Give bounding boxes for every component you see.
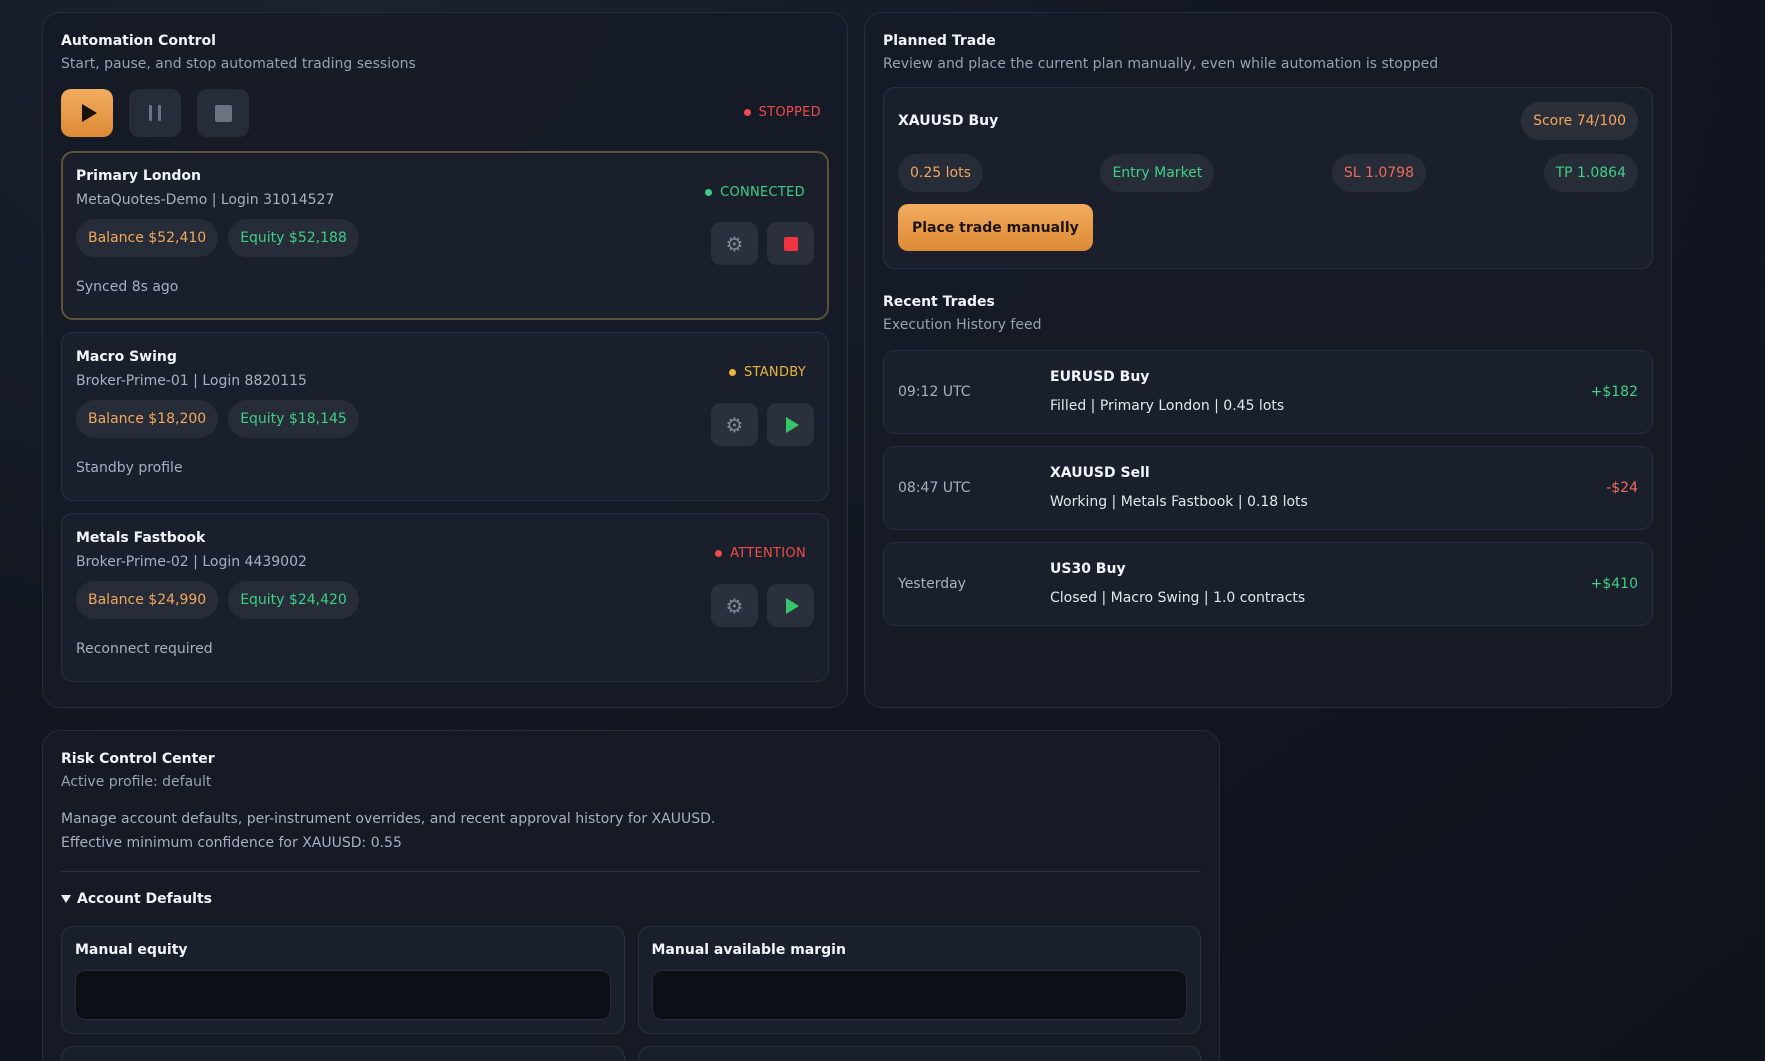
account-stop-button[interactable] xyxy=(767,222,814,265)
account-name: Macro Swing xyxy=(76,349,177,365)
gear-icon: ⚙ xyxy=(725,412,744,437)
account-card-metals-fastbook[interactable]: Metals Fastbook Broker-Prime-02 | Login … xyxy=(61,513,829,682)
account-name: Primary London xyxy=(76,168,202,184)
account-status: ATTENTION xyxy=(715,546,806,561)
next-field-card xyxy=(61,1046,625,1061)
trade-name: EURUSD Buy xyxy=(1050,369,1150,385)
status-text: ATTENTION xyxy=(730,546,806,561)
trade-time: Yesterday xyxy=(898,576,966,592)
trade-name: XAUUSD Sell xyxy=(1050,465,1150,481)
trade-time: 09:12 UTC xyxy=(898,384,971,400)
trade-detail: Working | Metals Fastbook | 0.18 lots xyxy=(1050,494,1308,510)
min-confidence-line: Effective minimum confidence for XAUUSD:… xyxy=(61,835,402,851)
status-text: STOPPED xyxy=(758,105,821,120)
equity-badge: Equity $52,188 xyxy=(228,219,359,257)
account-settings-button[interactable]: ⚙ xyxy=(711,403,758,446)
take-profit-badge: TP 1.0864 xyxy=(1543,154,1638,192)
caret-down-icon xyxy=(61,895,71,903)
plan-instrument: XAUUSD Buy xyxy=(898,113,999,129)
stop-button[interactable] xyxy=(197,89,249,137)
account-broker: Broker-Prime-01 | Login 8820115 xyxy=(76,373,307,389)
trade-pnl: -$24 xyxy=(1606,480,1638,496)
gear-icon: ⚙ xyxy=(725,231,744,256)
account-defaults-toggle[interactable]: Account Defaults xyxy=(61,891,1201,907)
status-dot xyxy=(728,369,736,376)
manual-equity-input[interactable] xyxy=(75,970,611,1020)
account-status: STANDBY xyxy=(728,365,806,380)
trade-detail: Closed | Macro Swing | 1.0 contracts xyxy=(1050,590,1306,606)
account-status: CONNECTED xyxy=(705,185,805,200)
field-label: Manual equity xyxy=(75,942,188,958)
account-name: Metals Fastbook xyxy=(76,530,206,546)
account-note: Reconnect required xyxy=(76,641,213,657)
lots-badge: 0.25 lots xyxy=(898,154,983,192)
trade-detail: Filled | Primary London | 0.45 lots xyxy=(1050,398,1285,414)
planned-trade-panel: Planned Trade Review and place the curre… xyxy=(864,12,1672,708)
entry-badge: Entry Market xyxy=(1100,154,1215,192)
risk-control-panel: Risk Control Center Active profile: defa… xyxy=(42,730,1220,1061)
account-start-button[interactable] xyxy=(767,584,814,627)
next-field-card xyxy=(637,1046,1201,1061)
place-trade-button[interactable]: Place trade manually xyxy=(898,204,1093,251)
equity-badge: Equity $18,145 xyxy=(228,400,359,438)
divider xyxy=(61,871,1201,872)
status-dot xyxy=(743,109,751,116)
automation-control-panel: Automation Control Start, pause, and sto… xyxy=(42,12,848,708)
score-badge: Score 74/100 xyxy=(1521,102,1638,140)
account-card-macro-swing[interactable]: Macro Swing Broker-Prime-01 | Login 8820… xyxy=(61,332,829,501)
plan-card: XAUUSD Buy Score 74/100 0.25 lots Entry … xyxy=(883,87,1653,269)
automation-status: STOPPED xyxy=(743,105,821,120)
pause-button[interactable] xyxy=(129,89,181,137)
risk-description: Manage account defaults, per-instrument … xyxy=(61,807,1201,855)
balance-badge: Balance $24,990 xyxy=(76,581,219,619)
section-label: Account Defaults xyxy=(77,891,212,907)
panel-subtitle: Active profile: default xyxy=(61,774,212,790)
trade-name: US30 Buy xyxy=(1050,561,1126,577)
account-broker: Broker-Prime-02 | Login 4439002 xyxy=(76,554,307,570)
panel-title: Risk Control Center xyxy=(61,751,215,767)
account-note: Synced 8s ago xyxy=(76,279,179,295)
account-settings-button[interactable]: ⚙ xyxy=(711,584,758,627)
trade-row[interactable]: Yesterday US30 Buy Closed | Macro Swing … xyxy=(883,542,1653,626)
risk-description-line: Manage account defaults, per-instrument … xyxy=(61,811,716,827)
balance-badge: Balance $18,200 xyxy=(76,400,219,438)
status-text: CONNECTED xyxy=(720,185,805,200)
panel-title: Planned Trade xyxy=(883,33,996,49)
play-icon xyxy=(81,104,97,122)
stop-icon xyxy=(783,236,798,251)
account-note: Standby profile xyxy=(76,460,183,476)
recent-trades-title: Recent Trades xyxy=(883,294,995,310)
account-broker: MetaQuotes-Demo | Login 31014527 xyxy=(76,192,335,208)
recent-trades-subtitle: Execution History feed xyxy=(883,317,1042,333)
stop-loss-badge: SL 1.0798 xyxy=(1331,154,1426,192)
session-controls: STOPPED xyxy=(61,89,829,137)
pause-icon xyxy=(149,105,161,121)
start-button[interactable] xyxy=(61,89,113,137)
manual-margin-input[interactable] xyxy=(651,970,1187,1020)
account-card-primary-london[interactable]: Primary London MetaQuotes-Demo | Login 3… xyxy=(61,151,829,320)
account-settings-button[interactable]: ⚙ xyxy=(711,222,758,265)
manual-margin-field: Manual available margin xyxy=(637,926,1201,1034)
panel-title: Automation Control xyxy=(61,33,216,49)
account-start-button[interactable] xyxy=(767,403,814,446)
status-dot xyxy=(715,550,723,557)
manual-equity-field: Manual equity xyxy=(61,926,625,1034)
status-text: STANDBY xyxy=(743,365,806,380)
play-icon xyxy=(785,597,799,614)
trade-time: 08:47 UTC xyxy=(898,480,971,496)
trade-row[interactable]: 09:12 UTC EURUSD Buy Filled | Primary Lo… xyxy=(883,350,1653,434)
trade-pnl: +$182 xyxy=(1590,384,1638,400)
field-label: Manual available margin xyxy=(651,942,846,958)
trade-row[interactable]: 08:47 UTC XAUUSD Sell Working | Metals F… xyxy=(883,446,1653,530)
stop-icon xyxy=(214,104,232,122)
balance-badge: Balance $52,410 xyxy=(76,219,219,257)
gear-icon: ⚙ xyxy=(725,593,744,618)
panel-subtitle: Review and place the current plan manual… xyxy=(883,56,1439,72)
panel-subtitle: Start, pause, and stop automated trading… xyxy=(61,56,416,72)
status-dot xyxy=(705,189,713,196)
play-icon xyxy=(785,416,799,433)
equity-badge: Equity $24,420 xyxy=(228,581,359,619)
trade-pnl: +$410 xyxy=(1590,576,1638,592)
